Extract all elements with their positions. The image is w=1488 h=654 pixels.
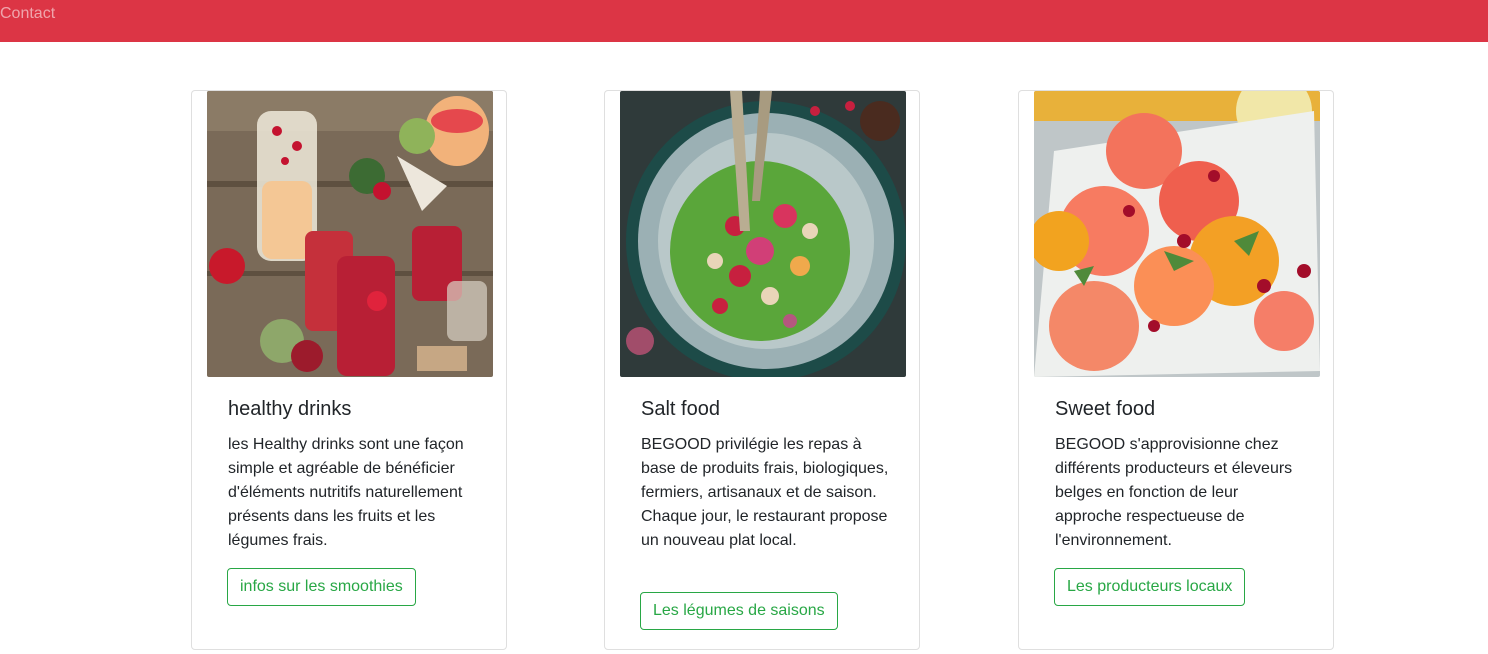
card-image-healthy-drinks (207, 91, 493, 377)
nav-link-contact[interactable]: Contact (0, 5, 55, 23)
card-title: healthy drinks (228, 398, 352, 420)
card-text: BEGOOD privilégie les repas à base de pr… (641, 436, 889, 549)
local-producers-button[interactable]: Les producteurs locaux (1054, 568, 1246, 606)
smoothies-info-button[interactable]: infos sur les smoothies (227, 568, 416, 606)
top-navbar: Contact (0, 0, 1488, 42)
card-image-salt-food (620, 91, 906, 377)
card-sweet-food: Sweet food BEGOOD s'approvisionne chez d… (1018, 90, 1334, 650)
card-image-sweet-food (1034, 91, 1320, 377)
card-salt-food: Salt food BEGOOD privilégie les repas à … (604, 90, 920, 650)
card-title: Salt food (641, 398, 720, 420)
seasonal-vegetables-button[interactable]: Les légumes de saisons (640, 592, 838, 630)
card-text: BEGOOD s'approvisionne chez différents p… (1055, 436, 1293, 549)
card-healthy-drinks: healthy drinks les Healthy drinks sont u… (191, 90, 507, 650)
card-title: Sweet food (1055, 398, 1156, 420)
card-text: les Healthy drinks sont une façon simple… (228, 436, 464, 549)
